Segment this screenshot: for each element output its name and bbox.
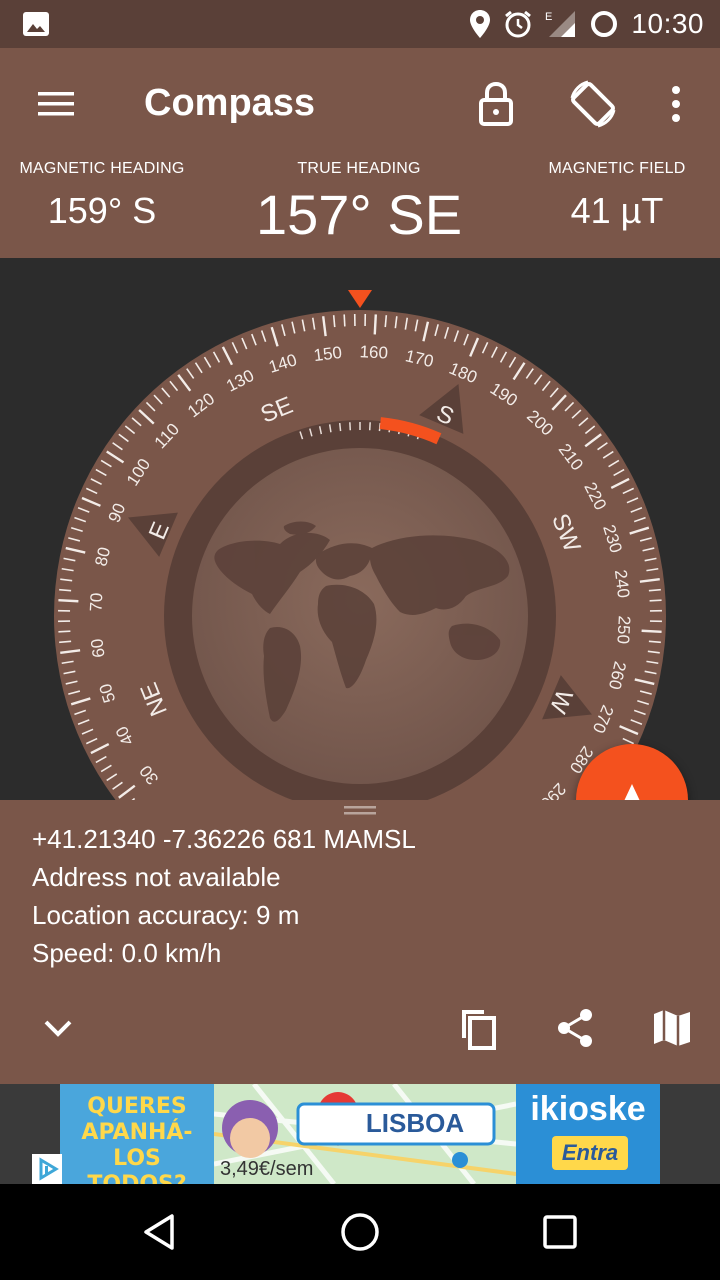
degree-tick: [59, 588, 72, 592]
degree-tick: [58, 630, 71, 633]
ad-city: LISBOA: [365, 1108, 465, 1138]
drag-handle[interactable]: [344, 804, 376, 816]
clock: 10:30: [631, 8, 704, 39]
ad-banner[interactable]: QUERES APANHÁ-LOS TODOS? LISBOA 3,49€/se…: [0, 1084, 720, 1197]
svg-text:E: E: [545, 11, 552, 23]
share-icon[interactable]: [554, 1006, 598, 1050]
address-text: Address not available: [32, 862, 281, 892]
degree-tick: [373, 314, 378, 335]
magnetic-field-value: 41 µT: [570, 190, 664, 231]
battery-ring-icon: [591, 11, 618, 37]
degree-tick: [648, 640, 661, 644]
alarm-icon: [505, 10, 532, 38]
ad-slogan: QUERES APANHÁ-LOS TODOS?: [60, 1084, 214, 1197]
speed-text: Speed: 0.0 km/h: [32, 938, 222, 968]
ad-brand: ikioske: [530, 1090, 646, 1128]
degree-label: 250: [613, 615, 633, 644]
ad-brand-block: ikioske Entra: [516, 1084, 660, 1184]
degree-tick: [332, 315, 336, 328]
ad-map: LISBOA 3,49€/sem: [214, 1084, 516, 1184]
coordinates-text: +41.21340 -7.36226 681 MAMSL: [32, 824, 416, 854]
degree-tick: [59, 640, 72, 644]
map-icon[interactable]: [650, 1006, 694, 1050]
degree-label: 150: [313, 343, 343, 365]
ad-price: 3,49€/sem: [220, 1158, 314, 1180]
page-title: Compass: [144, 82, 316, 124]
image-icon: [23, 12, 49, 36]
heading-pointer: [348, 290, 372, 308]
degree-tick: [648, 588, 661, 592]
home-icon[interactable]: [338, 1210, 382, 1254]
copy-icon[interactable]: [456, 1006, 500, 1050]
screen-rotation-icon[interactable]: [566, 78, 620, 130]
degree-label: 60: [87, 638, 108, 659]
accuracy-text: Location accuracy: 9 m: [32, 900, 300, 930]
magnetic-heading-value: 159° S: [47, 190, 157, 231]
compass-dial[interactable]: 30405060708090100110120130140 150 160 170 18…: [0, 258, 720, 800]
degree-tick: [58, 598, 79, 603]
inner-tick: [338, 422, 342, 432]
adchoices-icon[interactable]: [32, 1154, 62, 1184]
magnetic-field-label: MAGNETIC FIELD: [548, 160, 686, 177]
true-heading-value: 157° SE: [255, 183, 463, 246]
more-vert-icon[interactable]: [652, 78, 700, 130]
degree-label: 160: [359, 342, 388, 362]
compass-area[interactable]: 30 40 50 60 70 80 90 100 110 120 130 140 150 160 170 18…: [0, 258, 720, 800]
heading-readouts: MAGNETIC HEADING 159° S TRUE HEADING 157…: [0, 160, 720, 258]
degree-tick: [343, 314, 346, 327]
chevron-down-icon[interactable]: [36, 1006, 80, 1050]
location-icon: [470, 10, 491, 38]
magnetic-heading: MAGNETIC HEADING 159° S: [0, 160, 204, 232]
status-bar: E 10:30: [0, 0, 720, 48]
signal-e-icon: E: [545, 11, 576, 37]
location-info-panel: +41.21340 -7.36226 681 MAMSL Address not…: [0, 800, 720, 1084]
ad-cta-button[interactable]: Entra: [552, 1136, 628, 1170]
degree-tick: [649, 599, 662, 602]
back-icon[interactable]: [138, 1210, 182, 1254]
degree-label: 240: [611, 569, 633, 599]
app-bar: Compass MAGNETIC HEADING 159° S TRUE HEA…: [0, 48, 720, 258]
true-heading-label: TRUE HEADING: [297, 160, 421, 177]
true-heading: TRUE HEADING 157° SE: [220, 160, 498, 247]
degree-tick: [641, 629, 662, 634]
lock-icon[interactable]: [472, 78, 520, 130]
degree-label: 70: [86, 592, 106, 612]
magnetic-heading-label: MAGNETIC HEADING: [19, 160, 185, 177]
navigation-bar: [0, 1184, 720, 1280]
recents-icon[interactable]: [538, 1210, 582, 1254]
degree-tick: [384, 315, 388, 328]
magnetic-field: MAGNETIC FIELD 41 µT: [514, 160, 720, 232]
menu-icon[interactable]: [34, 86, 78, 122]
